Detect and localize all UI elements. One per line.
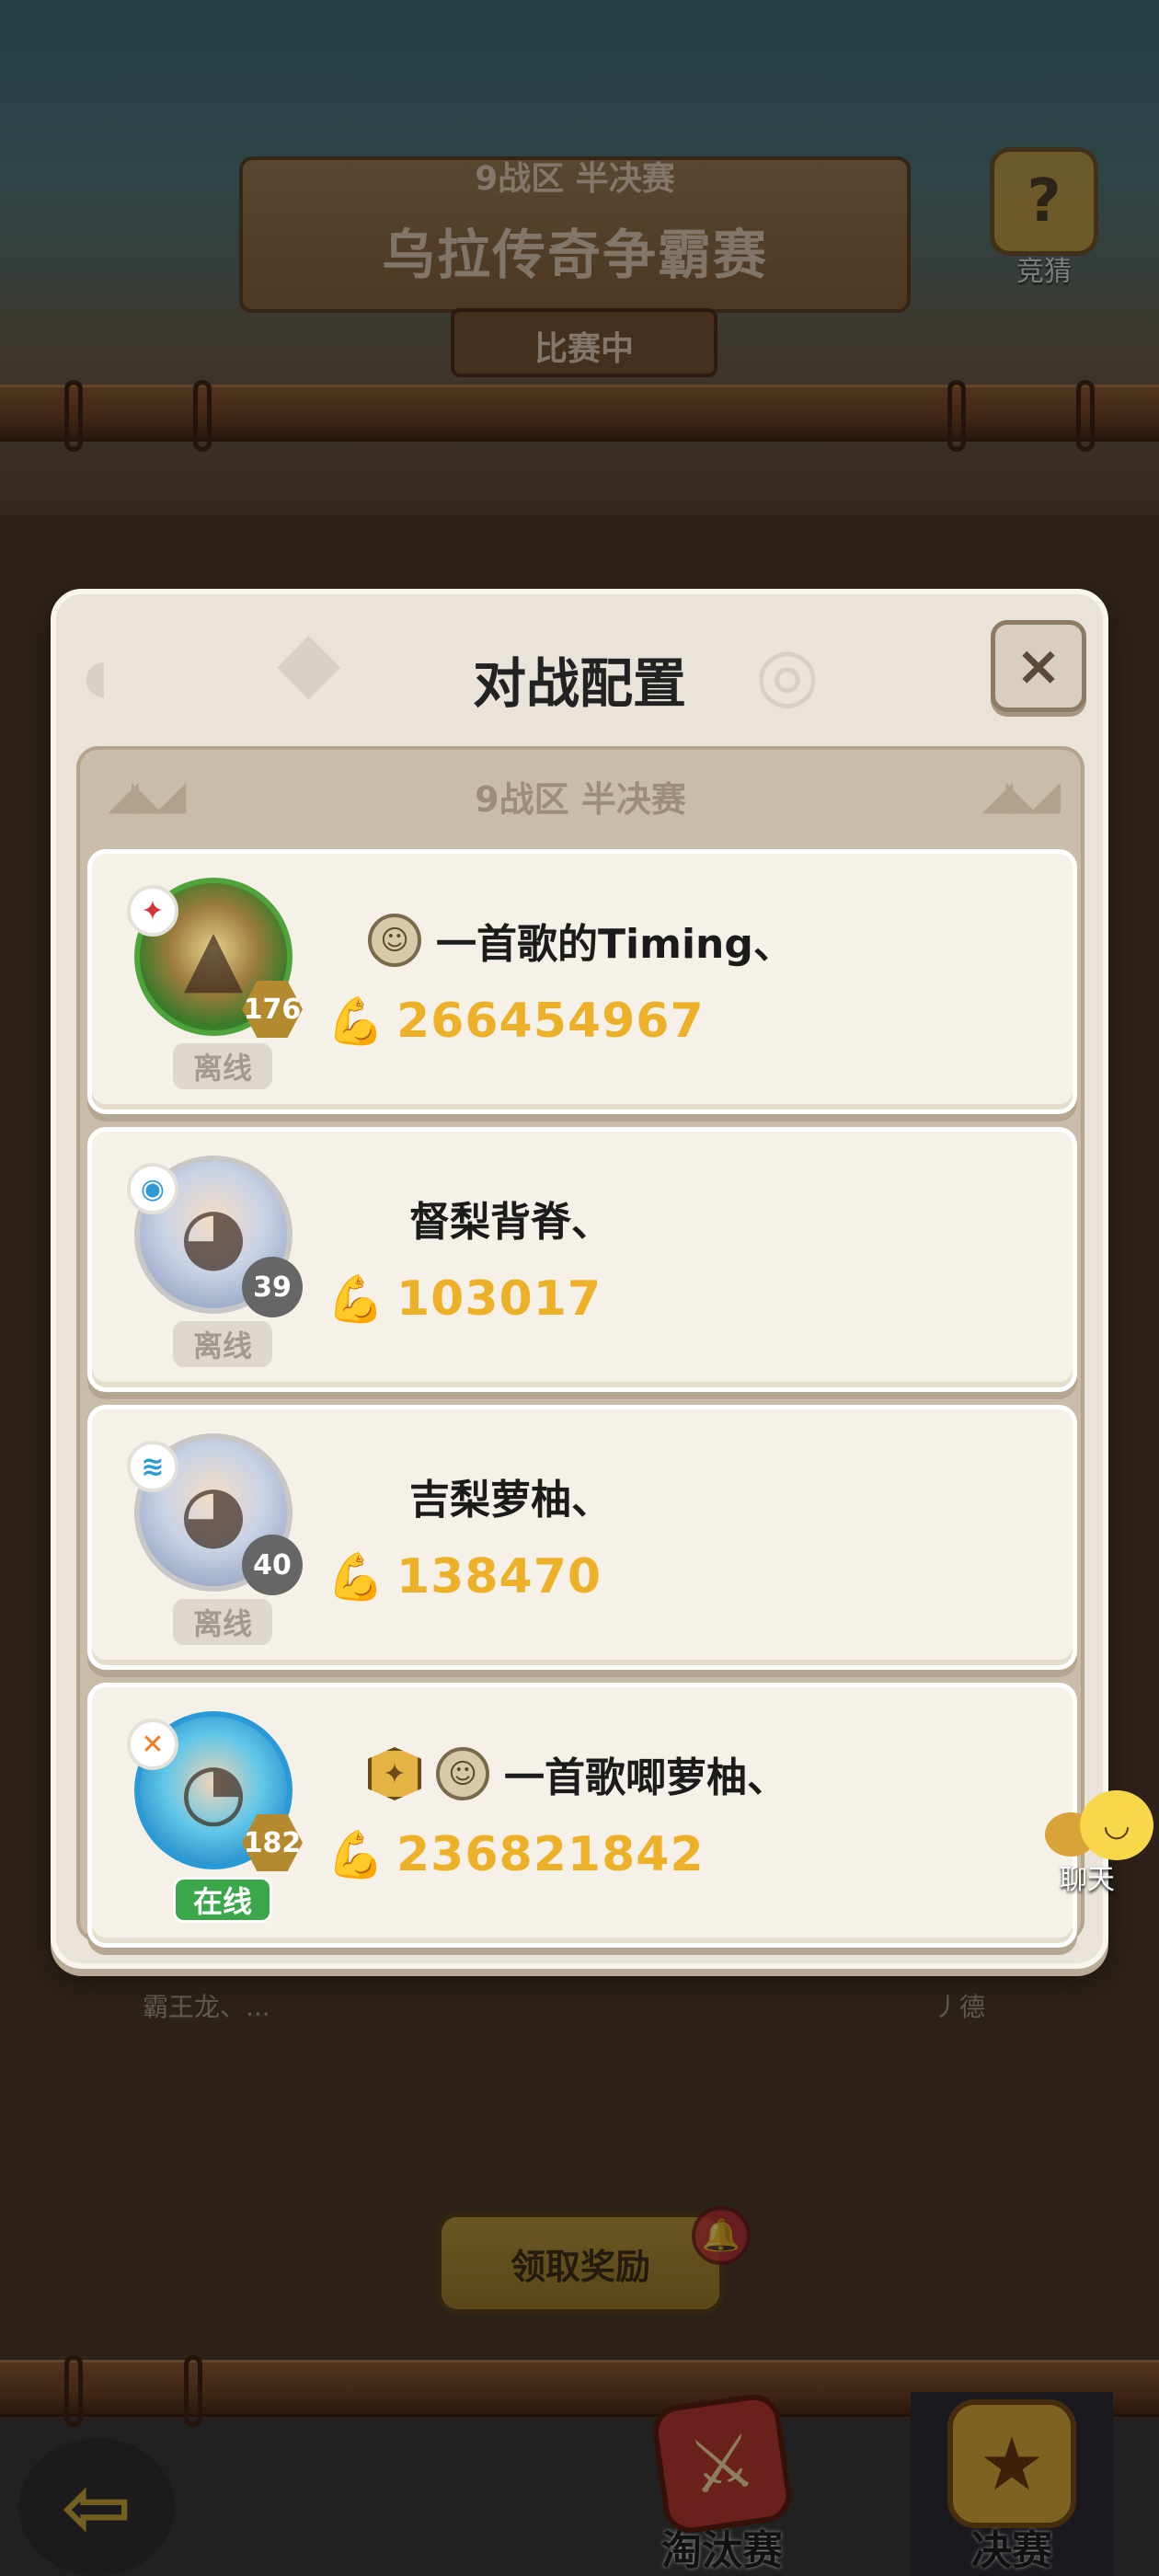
power-value: 236821842 <box>396 1827 705 1882</box>
status-badge: 离线 <box>173 1599 272 1645</box>
hat-avatar-icon: ▲ <box>183 912 244 1002</box>
power-value: 103017 <box>396 1271 602 1327</box>
power-value: 138470 <box>396 1549 602 1604</box>
player-avatar-block: ◕ ≋ 40 离线 <box>127 1433 303 1645</box>
player-card[interactable]: ▲ ✦ 176 离线 ☺ 一首歌的Timing、 💪 266454967 <box>87 849 1077 1114</box>
level-badge: 40 <box>242 1535 303 1595</box>
power-row: 💪 103017 <box>327 1270 602 1328</box>
player-name: 一首歌的Timing、 <box>436 921 794 968</box>
swirl-class-icon: ◉ <box>127 1163 178 1214</box>
chevron-deco-icon: ◢◣◢ <box>108 772 186 819</box>
fire-class-icon: ✕ <box>127 1719 178 1770</box>
power-value: 266454967 <box>396 994 705 1049</box>
muscle-arm-icon: 💪 <box>327 994 385 1048</box>
power-row: 💪 236821842 <box>327 1825 705 1884</box>
girl-avatar-icon: ◕ <box>179 1467 247 1558</box>
rank-shield-icon: ✦ <box>368 1747 421 1800</box>
player-card[interactable]: ◔ ✕ 182 在线 ✦ ☺ 一首歌唧萝柚、 💪 236821842 <box>87 1683 1077 1948</box>
status-badge: 离线 <box>173 1043 272 1089</box>
player-card[interactable]: ◕ ◉ 39 离线 督梨背脊、 💪 103017 <box>87 1127 1077 1392</box>
muscle-arm-icon: 💪 <box>327 1271 385 1326</box>
section-header: ◢◣◢ 9战区 半决赛 ◢◣◢ <box>80 750 1081 842</box>
wings-class-icon: ✦ <box>127 885 178 937</box>
chevron-deco-icon: ◢◣◢ <box>981 772 1060 819</box>
player-name: 吉梨萝柚、 <box>409 1477 612 1524</box>
chat-button[interactable]: ◡ 聊天 <box>1038 1785 1157 1896</box>
close-icon: × <box>1015 634 1062 698</box>
pet-icon: ☺ <box>436 1747 489 1800</box>
player-card[interactable]: ◕ ≋ 40 离线 吉梨萝柚、 💪 138470 <box>87 1405 1077 1670</box>
player-avatar-block: ▲ ✦ 176 离线 <box>127 878 303 1089</box>
wave-class-icon: ≋ <box>127 1441 178 1492</box>
player-name-row: 吉梨萝柚、 <box>409 1466 612 1525</box>
close-button[interactable]: × <box>991 620 1086 712</box>
player-name-row: 督梨背脊、 <box>409 1189 612 1248</box>
girl-avatar-icon: ◕ <box>179 1190 247 1280</box>
status-badge: 离线 <box>173 1321 272 1367</box>
smiley-chat-icon: ◡ <box>1080 1790 1153 1860</box>
modal-title: 对战配置 <box>472 652 686 715</box>
muscle-arm-icon: 💪 <box>327 1549 385 1604</box>
pet-icon: ☺ <box>368 914 421 967</box>
player-avatar-block: ◕ ◉ 39 离线 <box>127 1156 303 1367</box>
player-list-panel: ◢◣◢ 9战区 半决赛 ◢◣◢ ▲ ✦ 176 离线 ☺ 一首歌的Timing、… <box>76 746 1084 1948</box>
section-header-label: 9战区 半决赛 <box>475 778 686 820</box>
muscle-arm-icon: 💪 <box>327 1827 385 1881</box>
chat-label: 聊天 <box>1060 1864 1115 1896</box>
warrior-avatar-icon: ◔ <box>179 1745 247 1835</box>
battle-config-modal: ◖ ◆ ◎ 对战配置 × ◢◣◢ 9战区 半决赛 ◢◣◢ ▲ ✦ 176 离线 … <box>51 589 1108 1969</box>
status-badge: 在线 <box>173 1877 272 1923</box>
player-name: 一首歌唧萝柚、 <box>504 1754 787 1801</box>
player-name-row: ☺ 一首歌的Timing、 <box>368 911 794 970</box>
level-badge: 39 <box>242 1257 303 1317</box>
player-avatar-block: ◔ ✕ 182 在线 <box>127 1711 303 1923</box>
player-name-row: ✦ ☺ 一首歌唧萝柚、 <box>368 1744 787 1803</box>
power-row: 💪 266454967 <box>327 992 705 1051</box>
power-row: 💪 138470 <box>327 1547 602 1606</box>
player-name: 督梨背脊、 <box>409 1199 612 1246</box>
